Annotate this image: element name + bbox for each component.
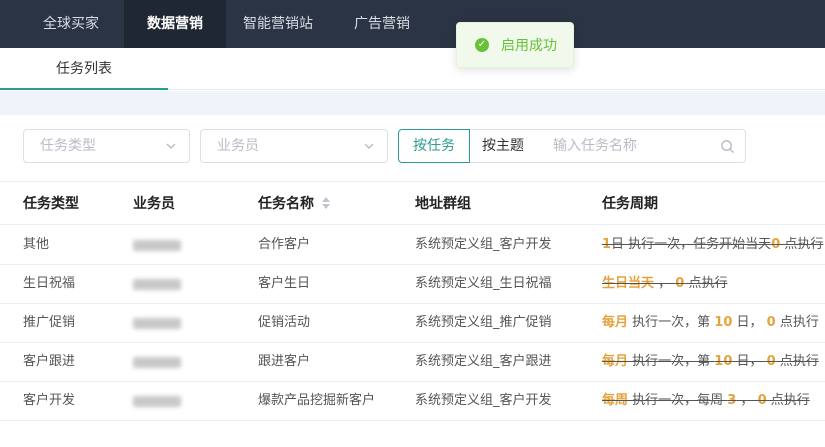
period-text: 点执行 — [775, 354, 819, 369]
header-task-name[interactable]: 任务名称 — [258, 182, 330, 226]
header-task-period: 任务周期 — [602, 196, 658, 212]
success-toast: ✓ 启用成功 — [456, 22, 574, 68]
period-text: 执行一次，第 — [628, 315, 715, 330]
header-address-group: 地址群组 — [415, 196, 471, 212]
period-text: 点执行 — [684, 276, 728, 291]
period-value: 10 — [714, 354, 733, 369]
task-type-placeholder: 任务类型 — [40, 138, 96, 154]
header-salesperson: 业务员 — [133, 196, 175, 212]
cell-address-group: 系统预定义组_客户开发 — [415, 393, 552, 408]
cell-task-name: 爆款产品挖掘新客户 — [258, 393, 376, 408]
salesperson-blurred — [133, 279, 181, 290]
salesperson-blurred — [133, 240, 181, 251]
cell-task-period: 1日 执行一次，任务开始当天0 点执行 — [602, 226, 823, 265]
check-circle-icon: ✓ — [475, 38, 489, 52]
toast-message: 启用成功 — [501, 38, 557, 54]
period-text: 点执行 — [775, 315, 819, 330]
cell-task-name: 促销活动 — [258, 315, 311, 330]
salesperson-blurred — [133, 357, 181, 368]
period-text: 日 执行一次，任务开始当天 — [611, 237, 772, 252]
by-task-button[interactable]: 按任务 — [398, 129, 470, 163]
period-text: 日， — [732, 315, 767, 330]
cell-task-period: 每月 执行一次，第 10 日， 0 点执行 — [602, 343, 819, 382]
nav-item-global-buyers[interactable]: 全球买家 — [24, 0, 118, 48]
period-value: 10 — [714, 315, 733, 330]
cell-address-group: 系统预定义组_推广促销 — [415, 315, 552, 330]
nav-item-smart-marketing[interactable]: 智能营销站 — [232, 0, 324, 48]
cell-task-name: 跟进客户 — [258, 354, 311, 369]
cell-task-type: 其他 — [23, 237, 50, 252]
cell-task-period: 生日当天 ， 0 点执行 — [602, 265, 727, 304]
period-value: 3 — [727, 393, 737, 408]
salesperson-select[interactable]: 业务员 — [200, 129, 388, 163]
period-value: 0 — [771, 237, 781, 252]
cell-address-group: 系统预定义组_客户开发 — [415, 237, 552, 252]
period-text: 日， — [732, 354, 767, 369]
period-value: 生日当天 — [602, 276, 655, 291]
chevron-down-icon — [166, 143, 176, 149]
cell-task-type: 客户开发 — [23, 393, 76, 408]
chevron-down-icon — [364, 143, 374, 149]
cell-task-type: 生日祝福 — [23, 276, 76, 291]
period-text: 点执行 — [766, 393, 810, 408]
cell-task-name: 合作客户 — [258, 237, 311, 252]
period-value: 0 — [766, 354, 776, 369]
header-task-type: 任务类型 — [23, 196, 79, 212]
task-type-select[interactable]: 任务类型 — [23, 129, 190, 163]
salesperson-blurred — [133, 318, 181, 329]
nav-item-ad-marketing[interactable]: 广告营销 — [340, 0, 424, 48]
cell-address-group: 系统预定义组_客户跟进 — [415, 354, 552, 369]
cell-address-group: 系统预定义组_生日祝福 — [415, 276, 552, 291]
period-value: 0 — [675, 276, 685, 291]
sort-icon[interactable] — [322, 197, 330, 209]
search-input[interactable] — [537, 130, 717, 162]
period-text: 点执行 — [780, 237, 824, 252]
cell-task-period: 每月 执行一次，第 10 日， 0 点执行 — [602, 304, 819, 343]
info-band — [0, 91, 825, 115]
table-row[interactable]: 其他 合作客户 系统预定义组_客户开发 1日 执行一次，任务开始当天0 点执行 — [0, 226, 825, 265]
cell-task-type: 客户跟进 — [23, 354, 76, 369]
top-nav: 全球买家 数据营销 智能营销站 广告营销 — [0, 0, 825, 48]
active-tab-indicator — [0, 88, 168, 90]
cell-task-type: 推广促销 — [23, 315, 76, 330]
period-text: 执行一次，每周 — [628, 393, 728, 408]
search-icon[interactable] — [720, 139, 735, 154]
table-row[interactable]: 客户跟进 跟进客户 系统预定义组_客户跟进 每月 执行一次，第 10 日， 0 … — [0, 343, 825, 382]
period-text: 执行一次，第 — [628, 354, 715, 369]
table-header: 任务类型 业务员 任务名称 地址群组 任务周期 — [0, 181, 825, 225]
nav-item-data-marketing[interactable]: 数据营销 — [124, 0, 226, 48]
salesperson-blurred — [133, 396, 181, 407]
period-text: ， — [736, 393, 758, 408]
period-value: 1 — [602, 237, 612, 252]
period-text: ， — [654, 276, 676, 291]
tab-bar: 任务列表 — [0, 48, 825, 90]
period-value: 0 — [766, 315, 776, 330]
salesperson-placeholder: 业务员 — [217, 138, 259, 154]
table-row[interactable]: 推广促销 促销活动 系统预定义组_推广促销 每月 执行一次，第 10 日， 0 … — [0, 304, 825, 343]
tab-task-list[interactable]: 任务列表 — [0, 48, 168, 90]
period-value: 每周 — [602, 393, 629, 408]
by-topic-button[interactable]: 按主题 — [469, 129, 538, 163]
period-value: 每月 — [602, 315, 629, 330]
cell-task-period: 每周 执行一次，每周 3 ， 0 点执行 — [602, 382, 810, 421]
period-value: 0 — [757, 393, 767, 408]
header-task-name-label: 任务名称 — [258, 196, 314, 212]
cell-task-name: 客户生日 — [258, 276, 311, 291]
table-row[interactable]: 生日祝福 客户生日 系统预定义组_生日祝福 生日当天 ， 0 点执行 — [0, 265, 825, 304]
task-name-search — [537, 129, 746, 163]
period-value: 每月 — [602, 354, 629, 369]
table-row[interactable]: 客户开发 爆款产品挖掘新客户 系统预定义组_客户开发 每周 执行一次，每周 3 … — [0, 382, 825, 421]
